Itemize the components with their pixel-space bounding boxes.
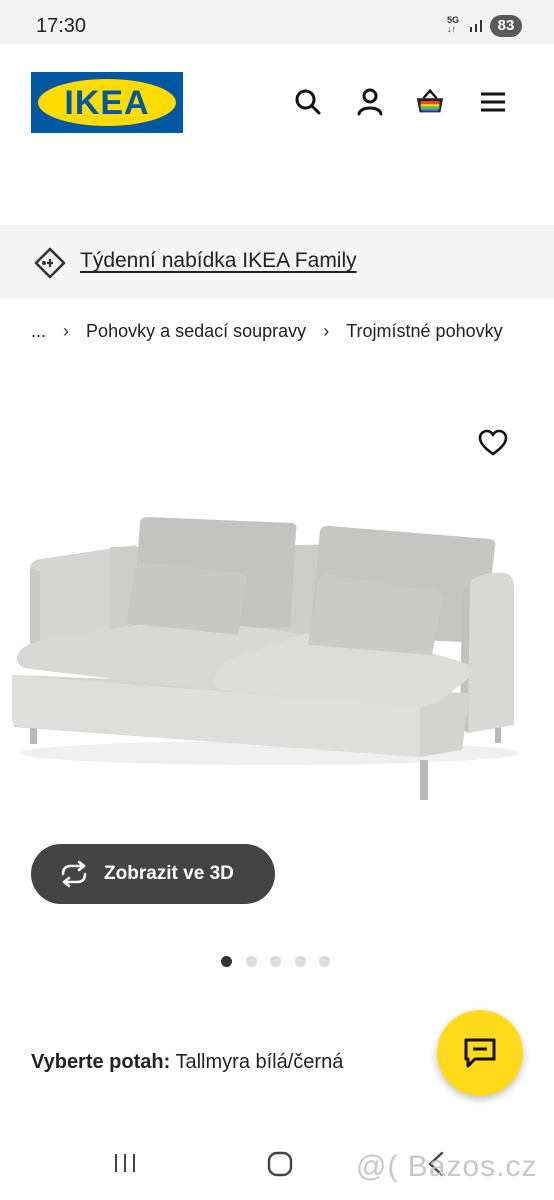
signal-icon: [470, 20, 482, 32]
view-in-3d-button[interactable]: Zobrazit ve 3D: [31, 844, 275, 904]
search-icon[interactable]: [292, 86, 324, 118]
account-icon[interactable]: [354, 86, 386, 118]
logo-text: IKEA: [64, 84, 150, 122]
home-icon[interactable]: [266, 1150, 294, 1178]
view-in-3d-label: Zobrazit ve 3D: [104, 863, 234, 884]
chat-button[interactable]: [437, 1010, 523, 1096]
data-arrows-icon: ↓↑: [447, 24, 456, 34]
network-indicator: 5G ↓↑: [447, 16, 459, 34]
bazos-watermark: @( Bazos.cz: [356, 1150, 538, 1183]
ikea-logo[interactable]: IKEA: [31, 72, 183, 133]
cover-label: Vyberte potah:: [31, 1051, 171, 1073]
carousel-indicator: [221, 954, 344, 967]
battery-indicator: 83: [490, 15, 522, 37]
chat-icon: [464, 1038, 496, 1068]
recent-apps-icon[interactable]: [112, 1152, 138, 1174]
carousel-dot-4[interactable]: [294, 956, 306, 967]
carousel-dot-3[interactable]: [270, 956, 281, 967]
status-time: 17:30: [36, 15, 87, 37]
breadcrumb: ... › Pohovky a sedací soupravy › Trojmí…: [31, 320, 503, 342]
family-offer-link[interactable]: Týdenní nabídka IKEA Family: [80, 249, 357, 273]
chevron-right-icon: ›: [323, 320, 330, 341]
menu-icon[interactable]: [477, 86, 509, 118]
breadcrumb-item-three-seat-sofas[interactable]: Trojmístné pohovky: [346, 321, 502, 342]
basket-icon[interactable]: [414, 86, 446, 118]
breadcrumb-ellipsis[interactable]: ...: [31, 321, 46, 342]
cover-value: Tallmyra bílá/černá: [175, 1051, 344, 1073]
product-image[interactable]: [0, 495, 554, 825]
breadcrumb-item-sofas[interactable]: Pohovky a sedací soupravy: [86, 321, 306, 342]
rotate-icon: [61, 860, 87, 888]
cover-selection[interactable]: Vyberte potah: Tallmyra bílá/černá: [31, 1051, 343, 1074]
heart-icon[interactable]: [478, 428, 508, 458]
chevron-right-icon: ›: [63, 320, 70, 341]
tag-icon: [34, 247, 66, 279]
carousel-dot-2[interactable]: [245, 956, 257, 967]
carousel-dot-5[interactable]: [319, 956, 330, 967]
carousel-dot-1[interactable]: [221, 956, 232, 967]
status-bar: 17:30 5G ↓↑ 83: [0, 0, 554, 44]
